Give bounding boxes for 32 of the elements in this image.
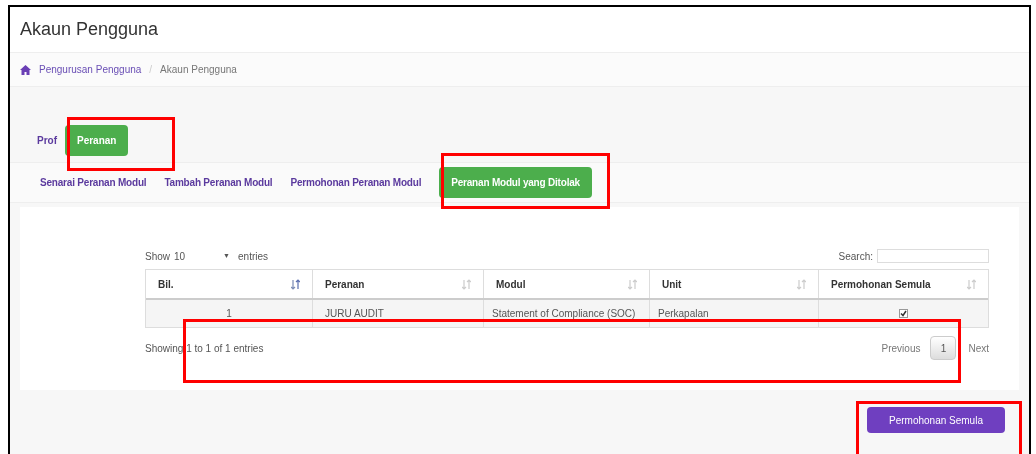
- sort-icon: [628, 278, 637, 290]
- tab[interactable]: Tambah Peranan Modul: [164, 167, 273, 198]
- previous-button[interactable]: Previous: [881, 340, 921, 356]
- tab[interactable]: Prof: [37, 125, 57, 156]
- tab[interactable]: Permohonan Peranan Modul: [290, 167, 422, 198]
- page-button[interactable]: 1: [930, 336, 957, 360]
- column-header[interactable]: Peranan: [313, 270, 484, 298]
- table-cell: 1: [146, 300, 313, 327]
- column-header[interactable]: Permohonan Semula: [819, 270, 988, 298]
- checkbox[interactable]: [899, 309, 908, 318]
- tab[interactable]: Senarai Peranan Modul: [40, 167, 147, 198]
- breadcrumb-separator: /: [149, 63, 153, 77]
- column-header[interactable]: Unit: [650, 270, 819, 298]
- column-header[interactable]: Bil.: [146, 270, 313, 298]
- breadcrumb-link[interactable]: Pengurusan Pengguna: [39, 62, 142, 77]
- table-cell: Statement of Compliance (SOC): [484, 300, 650, 327]
- table-info: Showing 1 to 1 of 1 entries: [145, 341, 264, 356]
- resubmit-button[interactable]: Permohonan Semula: [867, 407, 1005, 433]
- table-cell: Perkapalan: [650, 300, 819, 327]
- table-cell: JURU AUDIT: [313, 300, 484, 327]
- entries-label: entries: [238, 249, 269, 264]
- sort-icon: [291, 278, 300, 290]
- sort-icon: [967, 278, 976, 290]
- sort-icon: [462, 278, 471, 290]
- search-field[interactable]: [877, 249, 989, 263]
- next-button[interactable]: Next: [968, 340, 989, 356]
- page-title: Akaun Pengguna: [20, 18, 159, 41]
- sort-icon: [797, 278, 806, 290]
- search-label: Search:: [838, 249, 873, 264]
- home-icon[interactable]: [20, 64, 31, 75]
- column-header[interactable]: Modul: [484, 270, 650, 298]
- show-label: Show: [145, 249, 170, 264]
